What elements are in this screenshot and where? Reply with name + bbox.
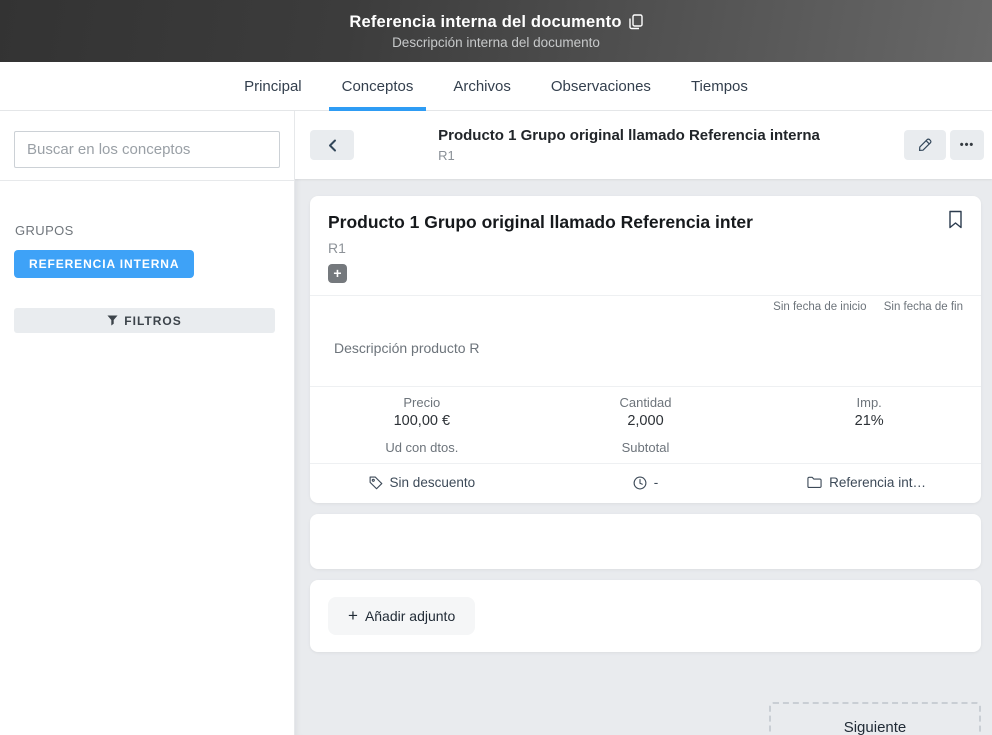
tax-label: Imp. bbox=[757, 395, 981, 410]
copy-icon[interactable] bbox=[629, 14, 643, 30]
plus-icon: + bbox=[348, 606, 358, 626]
concept-content[interactable]: Producto 1 Grupo original llamado Refere… bbox=[295, 179, 992, 735]
document-title: Referencia interna del documento bbox=[349, 13, 621, 32]
tab-conceptos[interactable]: Conceptos bbox=[329, 62, 427, 110]
funnel-icon bbox=[107, 315, 118, 326]
search-input[interactable] bbox=[14, 131, 280, 168]
price-label: Precio bbox=[310, 395, 534, 410]
chevron-left-icon bbox=[328, 139, 337, 152]
document-header: Referencia interna del documento Descrip… bbox=[0, 0, 992, 62]
bookmark-icon[interactable] bbox=[948, 210, 963, 229]
start-date-label: Sin fecha de inicio bbox=[773, 301, 866, 313]
quantity-label: Cantidad bbox=[534, 395, 758, 410]
group-chip[interactable]: Referencia interna bbox=[757, 475, 981, 490]
empty-section-card bbox=[310, 514, 981, 569]
price-value: 100,00 € bbox=[310, 413, 534, 430]
groups-section-label: GRUPOS bbox=[15, 223, 279, 238]
document-subtitle: Descripción interna del documento bbox=[392, 35, 600, 50]
concept-header: Producto 1 Grupo original llamado Refere… bbox=[295, 111, 992, 179]
discount-chip[interactable]: Sin descuento bbox=[310, 475, 534, 490]
tab-bar: Principal Conceptos Archivos Observacion… bbox=[0, 62, 992, 111]
next-button[interactable]: Siguiente bbox=[769, 702, 981, 735]
concepts-sidebar: GRUPOS REFERENCIA INTERNA FILTROS bbox=[0, 111, 295, 735]
end-date-label: Sin fecha de fin bbox=[884, 301, 963, 313]
pencil-icon bbox=[918, 138, 932, 152]
tab-observaciones[interactable]: Observaciones bbox=[538, 62, 664, 110]
product-card: Producto 1 Grupo original llamado Refere… bbox=[310, 196, 981, 503]
tag-icon bbox=[369, 476, 383, 490]
concept-code: R1 bbox=[438, 148, 820, 163]
subtotal-label: Subtotal bbox=[534, 440, 758, 455]
product-card-title: Producto 1 Grupo original llamado Refere… bbox=[328, 210, 753, 234]
product-description: Descripción producto R bbox=[310, 318, 981, 386]
tab-principal[interactable]: Principal bbox=[231, 62, 315, 110]
filters-button-label: FILTROS bbox=[124, 314, 181, 328]
time-chip-label: - bbox=[654, 475, 659, 490]
attachments-card: + Añadir adjunto bbox=[310, 580, 981, 652]
app-window: Referencia interna del documento Descrip… bbox=[0, 0, 992, 735]
unit-discount-label: Ud con dtos. bbox=[310, 440, 534, 455]
clock-icon bbox=[633, 476, 647, 490]
tab-tiempos[interactable]: Tiempos bbox=[678, 62, 761, 110]
tab-archivos[interactable]: Archivos bbox=[440, 62, 524, 110]
concept-title: Producto 1 Grupo original llamado Refere… bbox=[438, 127, 820, 144]
concept-detail-panel: Producto 1 Grupo original llamado Refere… bbox=[295, 111, 992, 735]
edit-button[interactable] bbox=[904, 130, 946, 160]
group-badge-referencia-interna[interactable]: REFERENCIA INTERNA bbox=[14, 250, 194, 278]
add-attachment-button[interactable]: + Añadir adjunto bbox=[328, 597, 475, 635]
time-chip[interactable]: - bbox=[534, 475, 758, 490]
filters-button[interactable]: FILTROS bbox=[14, 308, 275, 333]
add-attachment-label: Añadir adjunto bbox=[365, 608, 455, 624]
back-button[interactable] bbox=[310, 130, 354, 160]
more-options-button[interactable]: ••• bbox=[950, 130, 984, 160]
tax-value: 21% bbox=[757, 413, 981, 430]
add-tag-button[interactable]: + bbox=[328, 264, 347, 283]
discount-chip-label: Sin descuento bbox=[390, 475, 476, 490]
product-code: R1 bbox=[328, 240, 963, 256]
group-chip-label: Referencia interna bbox=[829, 475, 931, 490]
folder-icon bbox=[807, 476, 822, 489]
quantity-value: 2,000 bbox=[534, 413, 758, 430]
